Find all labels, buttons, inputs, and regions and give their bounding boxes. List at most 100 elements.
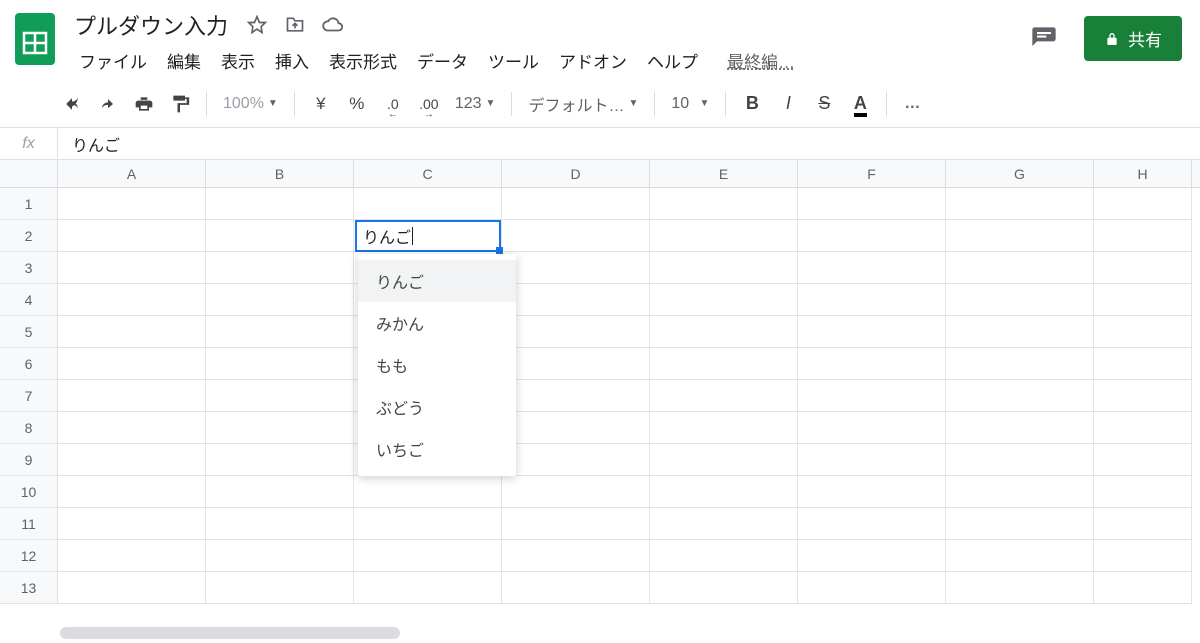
column-header[interactable]: C	[354, 160, 502, 187]
redo-button[interactable]	[92, 88, 124, 120]
row-header[interactable]: 5	[0, 316, 58, 348]
cell[interactable]	[1094, 316, 1192, 348]
cell[interactable]	[798, 412, 946, 444]
cell[interactable]	[946, 412, 1094, 444]
cell[interactable]	[58, 188, 206, 220]
cell[interactable]	[650, 316, 798, 348]
column-header[interactable]: A	[58, 160, 206, 187]
dropdown-item[interactable]: いちご	[358, 428, 516, 470]
cell[interactable]	[502, 188, 650, 220]
cell[interactable]	[650, 220, 798, 252]
cell[interactable]	[650, 412, 798, 444]
cell[interactable]	[650, 380, 798, 412]
format-currency-button[interactable]: ¥	[305, 88, 337, 120]
cell[interactable]	[650, 348, 798, 380]
cell[interactable]	[502, 284, 650, 316]
cell[interactable]	[946, 220, 1094, 252]
cell[interactable]	[502, 316, 650, 348]
cell[interactable]	[650, 540, 798, 572]
cell[interactable]	[798, 316, 946, 348]
row-header[interactable]: 8	[0, 412, 58, 444]
cell[interactable]	[502, 444, 650, 476]
cell[interactable]	[354, 508, 502, 540]
cell[interactable]	[650, 476, 798, 508]
cell[interactable]	[946, 540, 1094, 572]
last-edit-link[interactable]: 最終編…	[727, 48, 795, 73]
formula-input[interactable]: りんご	[58, 132, 120, 156]
cell[interactable]	[946, 188, 1094, 220]
menu-tools[interactable]: ツール	[479, 44, 548, 77]
cloud-status-icon[interactable]	[320, 12, 346, 38]
text-color-button[interactable]: A	[844, 88, 876, 120]
row-header[interactable]: 4	[0, 284, 58, 316]
cell[interactable]	[946, 380, 1094, 412]
row-header[interactable]: 6	[0, 348, 58, 380]
row-header[interactable]: 13	[0, 572, 58, 604]
cell[interactable]	[58, 412, 206, 444]
row-header[interactable]: 1	[0, 188, 58, 220]
cell[interactable]	[502, 252, 650, 284]
cell[interactable]	[58, 316, 206, 348]
cell[interactable]	[1094, 284, 1192, 316]
column-header[interactable]: F	[798, 160, 946, 187]
dropdown-item[interactable]: りんご	[358, 260, 516, 302]
cell[interactable]	[354, 188, 502, 220]
number-format-select[interactable]: 123▼	[449, 95, 502, 113]
decrease-decimal-button[interactable]: .0←	[377, 88, 409, 120]
cell[interactable]	[206, 508, 354, 540]
cell[interactable]	[502, 572, 650, 604]
cell[interactable]	[946, 476, 1094, 508]
column-header[interactable]: E	[650, 160, 798, 187]
cell[interactable]	[58, 540, 206, 572]
cell[interactable]	[798, 444, 946, 476]
cell[interactable]	[206, 540, 354, 572]
cell[interactable]	[1094, 572, 1192, 604]
cell[interactable]	[1094, 252, 1192, 284]
cell[interactable]	[650, 252, 798, 284]
cell[interactable]	[354, 572, 502, 604]
cell[interactable]	[1094, 348, 1192, 380]
menu-insert[interactable]: 挿入	[266, 44, 318, 77]
bold-button[interactable]: B	[736, 88, 768, 120]
doc-title[interactable]: プルダウン入力	[70, 7, 232, 43]
cell[interactable]	[206, 380, 354, 412]
cell[interactable]	[798, 508, 946, 540]
menu-help[interactable]: ヘルプ	[638, 44, 707, 77]
cell[interactable]	[946, 444, 1094, 476]
cell[interactable]	[206, 284, 354, 316]
star-icon[interactable]	[244, 12, 270, 38]
zoom-select[interactable]: 100%▼	[217, 95, 284, 113]
cell[interactable]	[946, 284, 1094, 316]
cell[interactable]	[1094, 188, 1192, 220]
cell[interactable]	[798, 188, 946, 220]
comments-button[interactable]	[1024, 19, 1064, 59]
cell[interactable]	[58, 444, 206, 476]
cell[interactable]	[354, 540, 502, 572]
paint-format-button[interactable]	[164, 88, 196, 120]
row-header[interactable]: 2	[0, 220, 58, 252]
row-header[interactable]: 11	[0, 508, 58, 540]
dropdown-item[interactable]: みかん	[358, 302, 516, 344]
menu-file[interactable]: ファイル	[70, 44, 156, 77]
cell[interactable]	[58, 348, 206, 380]
cell[interactable]	[1094, 380, 1192, 412]
cell[interactable]	[798, 220, 946, 252]
cell[interactable]	[58, 572, 206, 604]
sheets-logo[interactable]	[12, 8, 58, 70]
horizontal-scrollbar[interactable]	[60, 627, 400, 639]
cell[interactable]	[650, 444, 798, 476]
format-percent-button[interactable]: %	[341, 88, 373, 120]
font-select[interactable]: デフォルト…▼	[522, 92, 644, 116]
cell[interactable]	[206, 188, 354, 220]
cell[interactable]	[206, 348, 354, 380]
active-cell[interactable]: りんご	[355, 220, 501, 252]
cell[interactable]	[58, 284, 206, 316]
cell[interactable]	[798, 348, 946, 380]
cell[interactable]	[650, 572, 798, 604]
cell[interactable]	[1094, 444, 1192, 476]
cell[interactable]	[798, 540, 946, 572]
spreadsheet-grid[interactable]: ABCDEFGH 12345678910111213 りんご りんごみかんももぶ…	[0, 160, 1200, 604]
menu-edit[interactable]: 編集	[158, 44, 210, 77]
cell[interactable]	[1094, 220, 1192, 252]
cell[interactable]	[946, 508, 1094, 540]
